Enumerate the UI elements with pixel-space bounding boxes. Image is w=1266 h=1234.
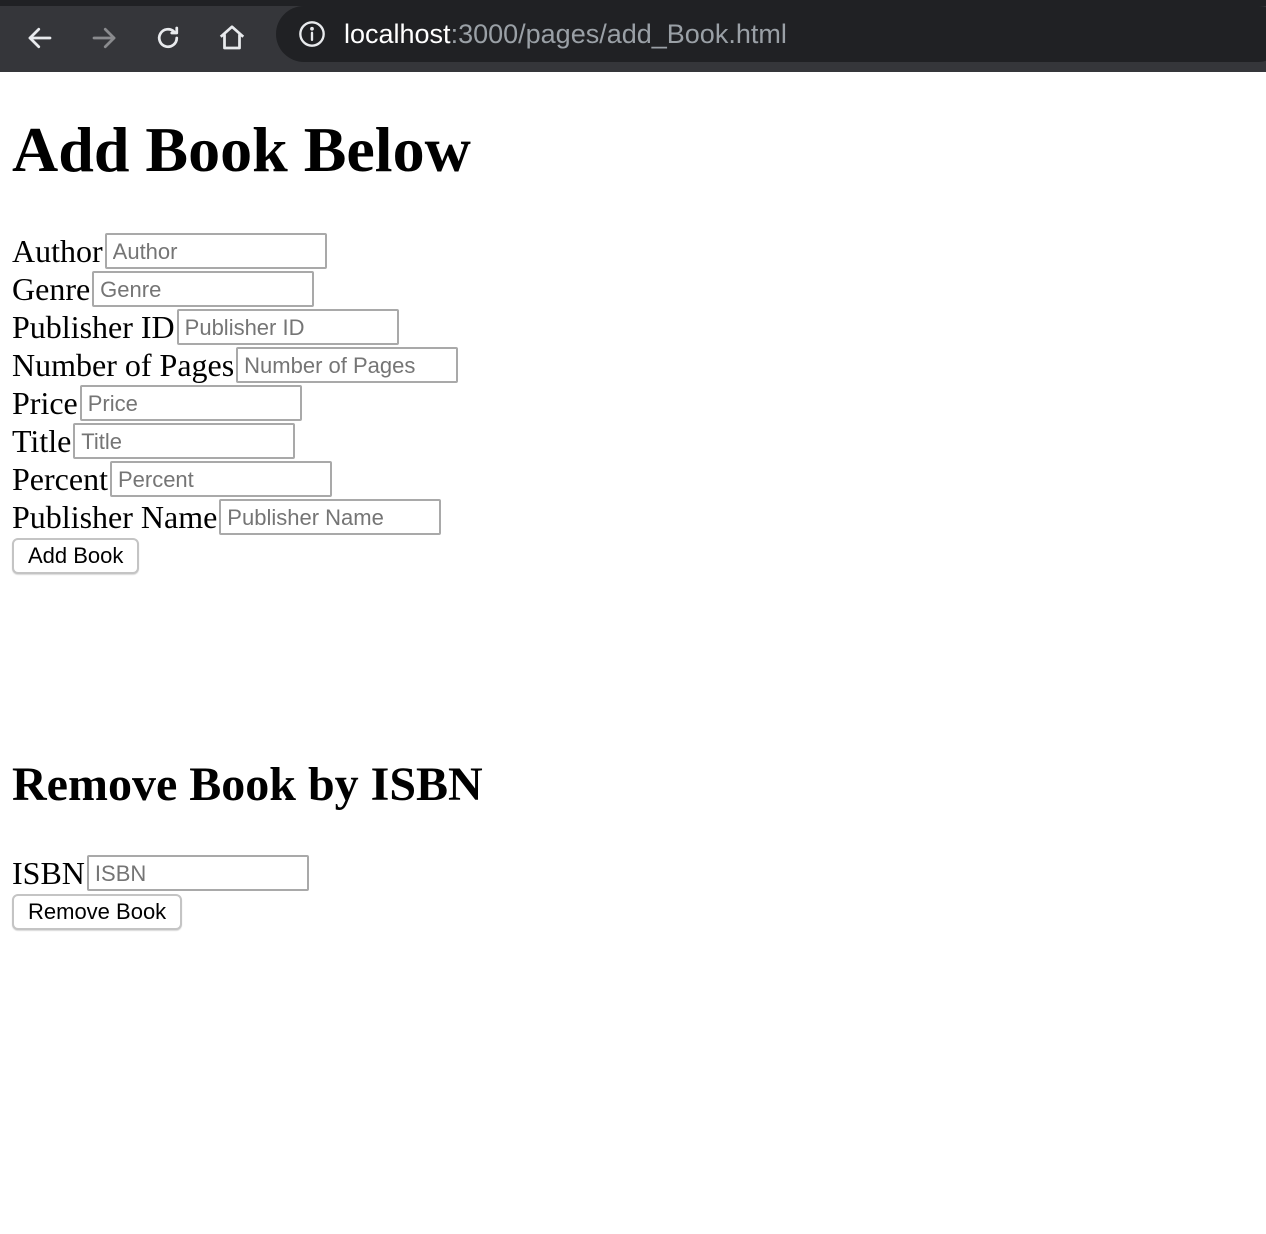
- back-button[interactable]: [18, 16, 62, 60]
- number-of-pages-input[interactable]: [236, 347, 459, 383]
- publisher-name-label: Publisher Name: [12, 499, 218, 535]
- isbn-label: ISBN: [12, 855, 85, 891]
- reload-button[interactable]: [146, 16, 190, 60]
- title-row: Title: [12, 422, 296, 460]
- author-input[interactable]: [104, 233, 327, 269]
- price-input[interactable]: [79, 385, 302, 421]
- title-label: Title: [12, 423, 72, 459]
- browser-toolbar: localhost:3000/pages/add_Book.html: [0, 0, 1266, 72]
- page-content: Add Book Below Author Genre Publisher ID…: [0, 72, 1266, 1234]
- url-text[interactable]: localhost:3000/pages/add_Book.html: [344, 18, 787, 50]
- home-button[interactable]: [210, 16, 254, 60]
- add-book-button[interactable]: Add Book: [12, 538, 140, 574]
- genre-input[interactable]: [92, 271, 315, 307]
- arrow-right-icon: [92, 27, 116, 49]
- page-title: Add Book Below: [12, 114, 471, 185]
- price-row: Price: [12, 384, 302, 422]
- genre-row: Genre: [12, 270, 315, 308]
- isbn-row: ISBN: [12, 854, 309, 892]
- genre-label: Genre: [12, 271, 91, 307]
- home-icon: [219, 25, 245, 50]
- publisher-id-row: Publisher ID: [12, 308, 399, 346]
- isbn-input[interactable]: [86, 855, 309, 891]
- reload-icon: [157, 26, 179, 49]
- arrow-left-icon: [28, 27, 52, 49]
- publisher-name-row: Publisher Name: [12, 498, 442, 536]
- title-input[interactable]: [73, 423, 296, 459]
- remove-book-button[interactable]: Remove Book: [12, 894, 183, 930]
- url-host: localhost: [344, 19, 451, 49]
- address-bar[interactable]: localhost:3000/pages/add_Book.html: [276, 6, 1266, 62]
- percent-label: Percent: [12, 461, 108, 497]
- percent-input[interactable]: [109, 461, 332, 497]
- info-icon[interactable]: [298, 20, 326, 48]
- author-label: Author: [12, 233, 103, 269]
- number-of-pages-row: Number of Pages: [12, 346, 459, 384]
- percent-row: Percent: [12, 460, 332, 498]
- publisher-id-input[interactable]: [176, 309, 399, 345]
- author-row: Author: [12, 232, 327, 270]
- publisher-id-label: Publisher ID: [12, 309, 175, 345]
- url-path: :3000/pages/add_Book.html: [450, 19, 787, 49]
- remove-section-title: Remove Book by ISBN: [12, 758, 483, 811]
- number-of-pages-label: Number of Pages: [12, 347, 235, 383]
- forward-button[interactable]: [82, 16, 126, 60]
- publisher-name-input[interactable]: [219, 499, 442, 535]
- price-label: Price: [12, 385, 78, 421]
